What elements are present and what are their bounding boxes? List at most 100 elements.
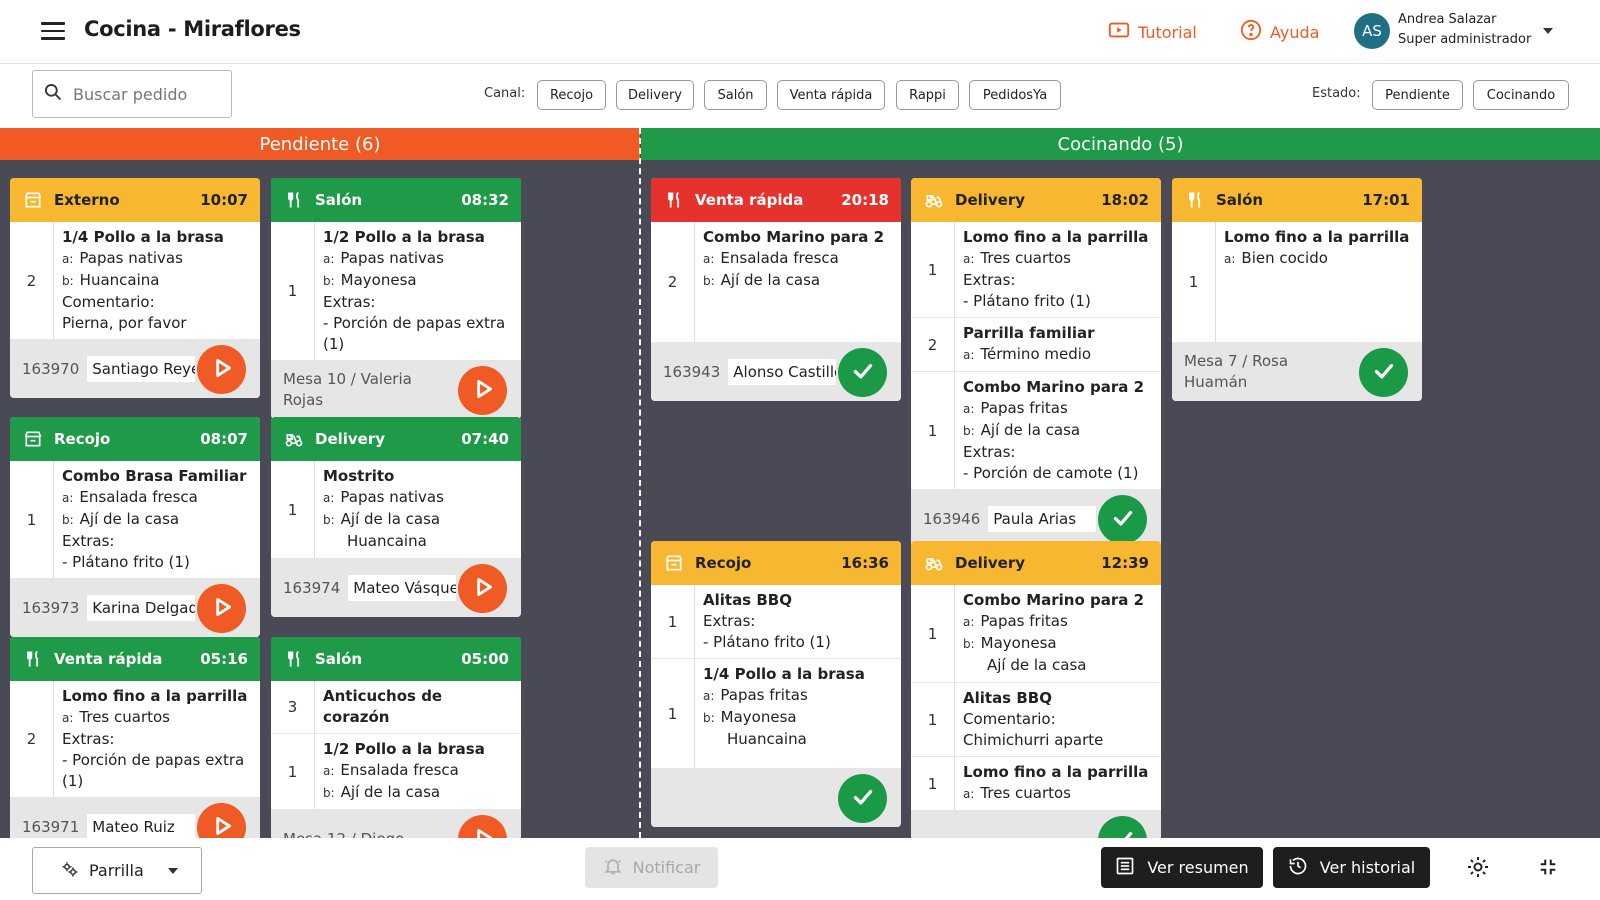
modifier-key: a:: [323, 764, 335, 778]
start-cooking-button[interactable]: [458, 564, 507, 613]
item-modifier: b: Mayonesa: [703, 707, 865, 729]
avatar[interactable]: AS: [1354, 13, 1390, 49]
item-modifier: a: Papas fritas: [963, 611, 1144, 633]
check-icon: [1110, 826, 1136, 838]
modifier-key: a:: [963, 252, 975, 266]
order-card[interactable]: Venta rápida 05:16 2 Lomo fino a la parrill…: [10, 637, 260, 838]
item-modifier: a: Ensalada fresca: [703, 248, 884, 270]
canal-label: Canal:: [484, 86, 526, 101]
filter-chip-pendiente[interactable]: Pendiente: [1372, 80, 1463, 110]
item-qty: 1: [911, 757, 955, 810]
order-card[interactable]: Externo 10:07 2 1/4 Pollo a la brasa a: Papas…: [10, 178, 260, 398]
play-icon: [470, 376, 496, 406]
modifier-value: Término medio: [980, 345, 1092, 363]
customer-name: Alonso Castillo: [728, 359, 837, 385]
item-modifier: a: Ensalada fresca: [323, 760, 485, 782]
order-card[interactable]: Delivery 18:02 1 Lomo fino a la parrilla a: T…: [911, 178, 1161, 548]
customer-name: Paula Arias: [988, 506, 1097, 532]
start-cooking-button[interactable]: [458, 815, 507, 838]
order-card[interactable]: Salón 17:01 1 Lomo fino a la parrilla a: Bien…: [1172, 178, 1422, 401]
mark-ready-button[interactable]: [838, 774, 887, 823]
card-time: 17:01: [1362, 191, 1410, 209]
filter-chip-pedidosya[interactable]: PedidosYa: [969, 80, 1061, 110]
order-card[interactable]: Recojo 08:07 1 Combo Brasa Familiar a: Ensala…: [10, 417, 260, 637]
item-qty: 2: [10, 681, 54, 797]
station-select[interactable]: Parrilla: [32, 847, 202, 894]
help-label: Ayuda: [1270, 22, 1320, 42]
item-extra: Extras:: [62, 730, 115, 748]
modifier-value: Bien cocido: [1241, 249, 1328, 267]
order-item: 1 Combo Brasa Familiar a: Ensalada fresca b:…: [10, 461, 260, 579]
play-icon: [209, 813, 235, 839]
notify-button[interactable]: Notificar: [585, 847, 718, 888]
item-extra: Extras:: [703, 612, 756, 630]
modifier-key: a:: [323, 491, 335, 505]
help-link[interactable]: Ayuda: [1240, 19, 1319, 45]
item-name: Lomo fino a la parrilla: [1224, 228, 1410, 246]
check-icon: [1110, 505, 1136, 535]
item-name: 1/4 Pollo a la brasa: [703, 665, 865, 683]
item-modifier: Huancaina: [323, 531, 444, 553]
card-time: 12:39: [1101, 554, 1149, 572]
modifier-value: Papas fritas: [720, 686, 808, 704]
order-card[interactable]: Delivery 07:40 1 Mostrito a: Papas nativas b: A…: [271, 417, 521, 617]
start-cooking-button[interactable]: [197, 803, 246, 838]
filter-chip-delivery[interactable]: Delivery: [616, 80, 694, 110]
card-time: 10:07: [200, 191, 248, 209]
start-cooking-button[interactable]: [458, 366, 507, 415]
history-icon: [1288, 856, 1308, 880]
item-modifier: a: Tres cuartos: [963, 248, 1148, 270]
utensils-icon: [283, 648, 305, 670]
summary-button[interactable]: Ver resumen: [1101, 847, 1263, 888]
order-card[interactable]: Venta rápida 20:18 2 Combo Marino para 2 a: E…: [651, 178, 901, 401]
mark-ready-button[interactable]: [1359, 348, 1408, 397]
item-name: 1/2 Pollo a la brasa: [323, 228, 485, 246]
filter-chip-recojo[interactable]: Recojo: [537, 80, 606, 110]
filter-chip-rappi[interactable]: Rappi: [896, 80, 959, 110]
item-modifier: b: Mayonesa: [963, 633, 1144, 655]
card-time: 07:40: [461, 430, 509, 448]
item-name: Alitas BBQ: [703, 591, 792, 609]
table-label: Mesa 10 / Valeria Rojas: [283, 370, 412, 409]
item-qty: 1: [271, 222, 315, 360]
item-extra: Extras:: [62, 532, 115, 550]
settings-icon[interactable]: [1464, 853, 1492, 881]
play-icon: [209, 594, 235, 624]
item-extra: - Porción de papas extra (1): [62, 751, 245, 790]
scooter-icon: [923, 189, 945, 211]
card-header: Recojo 16:36: [651, 541, 901, 585]
order-id: 163973: [22, 599, 80, 617]
mark-ready-button[interactable]: [1098, 495, 1147, 544]
item-extra: Extras:: [963, 443, 1016, 461]
order-card[interactable]: Recojo 16:36 1 Alitas BBQ Extras: - Plátano f…: [651, 541, 901, 827]
item-modifier: a: Papas nativas: [323, 248, 513, 270]
chevron-down-icon[interactable]: [1543, 28, 1553, 34]
order-card[interactable]: Salón 05:00 3 Anticuchos de corazón 1 1/2 Pol…: [271, 637, 521, 838]
card-footer: Mesa 10 / Valeria Rojas: [271, 361, 521, 419]
item-modifier: b: Ají de la casa: [703, 270, 884, 292]
tutorial-link[interactable]: Tutorial: [1108, 19, 1197, 45]
order-card[interactable]: Salón 08:32 1 1/2 Pollo a la brasa a: Papas n…: [271, 178, 521, 419]
item-extra: - Porción de camote (1): [963, 464, 1139, 482]
order-item: 1 Alitas BBQ Comentario: Chimichurri aparte: [911, 683, 1161, 757]
start-cooking-button[interactable]: [197, 584, 246, 633]
item-modifier: a: Ensalada fresca: [62, 487, 247, 509]
filter-chip-venta-rapida[interactable]: Venta rápida: [777, 80, 885, 110]
history-button[interactable]: Ver historial: [1273, 847, 1430, 888]
start-cooking-button[interactable]: [197, 345, 246, 394]
filter-chip-salon[interactable]: Salón: [704, 80, 767, 110]
item-modifier: a: Papas fritas: [703, 685, 865, 707]
menu-icon[interactable]: [41, 22, 65, 40]
column-divider: [639, 128, 641, 838]
filter-chip-cocinando[interactable]: Cocinando: [1473, 80, 1569, 110]
modifier-key: b:: [62, 513, 74, 527]
mark-ready-button[interactable]: [838, 348, 887, 397]
order-card[interactable]: Delivery 12:39 1 Combo Marino para 2 a: Papas…: [911, 541, 1161, 838]
mark-ready-button[interactable]: [1098, 816, 1147, 838]
item-modifier: Ají de la casa: [963, 655, 1144, 677]
utensils-icon: [22, 648, 44, 670]
search-input[interactable]: [73, 84, 213, 104]
order-item: 2 1/4 Pollo a la brasa a: Papas nativas b: Hu…: [10, 222, 260, 340]
search-box[interactable]: [32, 70, 232, 118]
collapse-icon[interactable]: [1534, 853, 1562, 881]
